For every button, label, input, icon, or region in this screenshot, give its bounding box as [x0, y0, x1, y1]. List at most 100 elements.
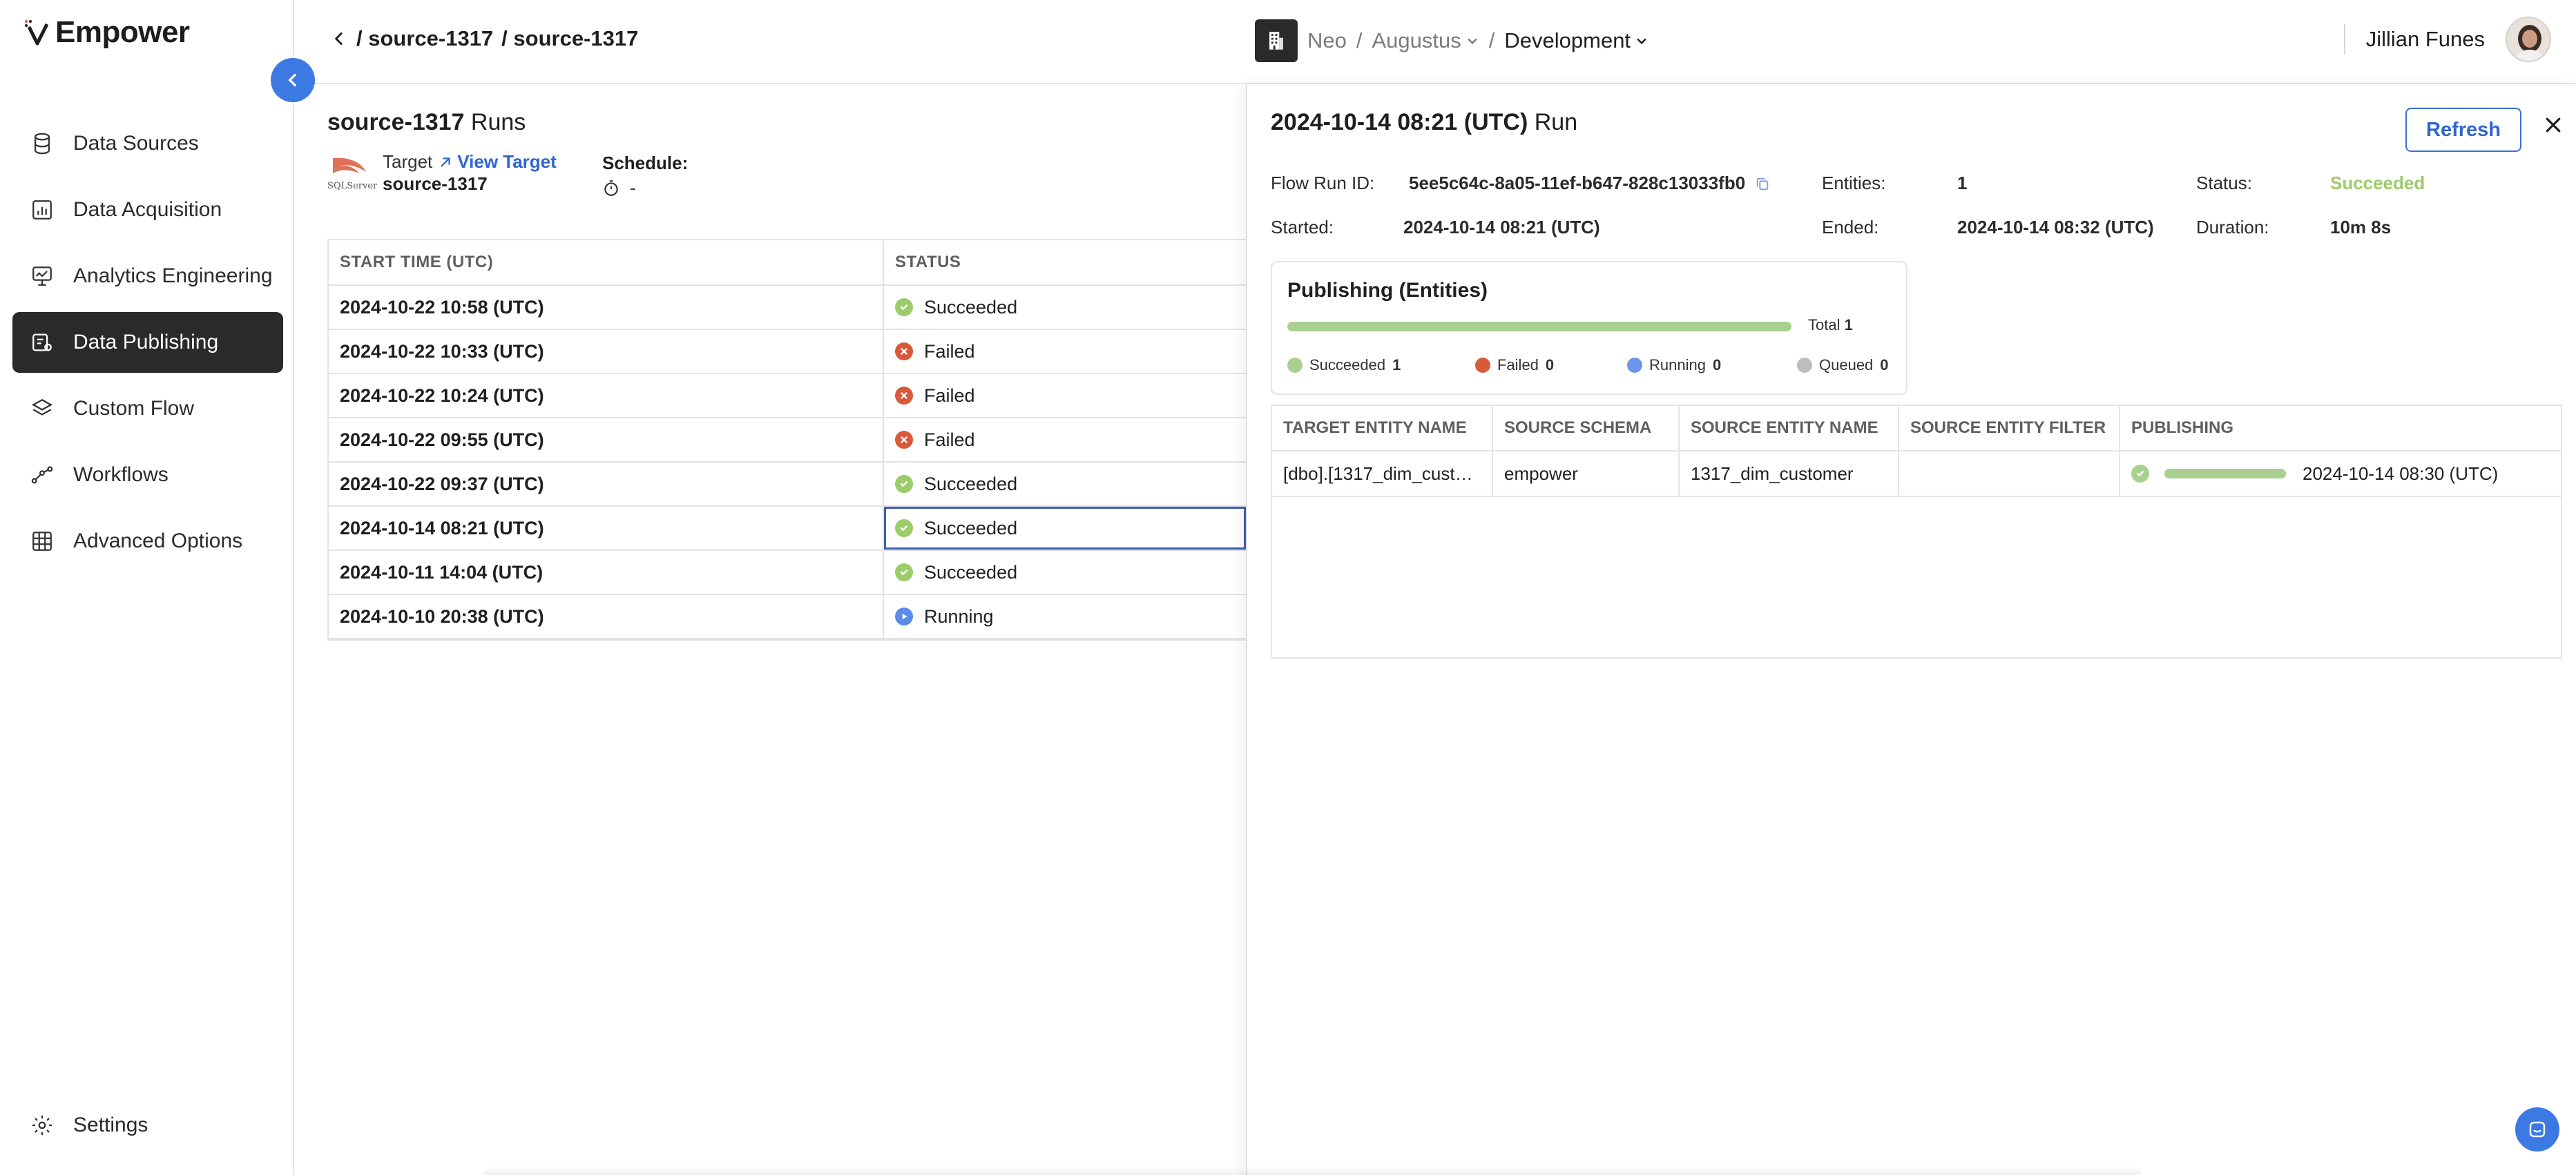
sidebar-item-data-acquisition[interactable]: Data Acquisition [12, 179, 283, 240]
chevron-left-icon [288, 73, 296, 87]
divider [2343, 24, 2345, 55]
legend-dot-failed [1475, 358, 1490, 373]
environment-name[interactable]: Development [1504, 28, 1631, 53]
check-circle-icon [895, 519, 913, 537]
source-name: source-1317 [327, 109, 465, 135]
legend-label: Queued [1819, 356, 1874, 373]
legend-count: 0 [1545, 356, 1555, 373]
table-row[interactable]: 2024-10-11 14:04 (UTC) Succeeded [329, 551, 1246, 595]
workspace-switcher[interactable]: Neo / Augustus / Development [1255, 19, 1649, 62]
source-schema-cell: empower [1493, 451, 1680, 496]
legend-dot-queued [1797, 358, 1812, 373]
workflow-icon [31, 466, 53, 484]
table-row[interactable]: 2024-10-22 10:24 (UTC) Failed [329, 374, 1246, 418]
started-value: 2024-10-14 08:21 (UTC) [1403, 217, 1600, 237]
back-arrow-icon[interactable] [330, 30, 348, 48]
bar-chart-icon [32, 200, 52, 220]
analytics-icon [32, 266, 52, 286]
close-icon[interactable] [2543, 115, 2564, 135]
table-row[interactable]: [dbo].[1317_dim_cust… empower 1317_dim_c… [1272, 451, 2561, 497]
start-time-cell: 2024-10-22 09:37 (UTC) [329, 463, 884, 505]
building-icon [1255, 19, 1298, 62]
publish-icon [32, 333, 52, 351]
table-row[interactable]: 2024-10-14 08:21 (UTC) Succeeded [329, 507, 1246, 551]
publishing-cell: 2024-10-14 08:30 (UTC) [2120, 451, 2561, 496]
start-time-cell: 2024-10-22 10:24 (UTC) [329, 374, 884, 417]
sidebar-item-label: Data Sources [73, 132, 199, 155]
legend-succeeded: Succeeded 1 [1287, 356, 1401, 374]
panel-title: 2024-10-14 08:21 (UTC) Run [1271, 109, 1577, 136]
chat-support-button[interactable] [2515, 1107, 2559, 1152]
check-circle-icon [895, 563, 913, 581]
column-header-source-filter[interactable]: SOURCE ENTITY FILTER [1899, 406, 2120, 450]
view-target-link[interactable]: View Target [438, 151, 557, 173]
sidebar-item-data-publishing[interactable]: Data Publishing [12, 312, 283, 373]
legend-count: 1 [1392, 356, 1401, 373]
check-circle-icon [895, 475, 913, 493]
status-label: Failed [924, 340, 975, 362]
view-target-label: View Target [457, 151, 557, 172]
publishing-progress-bar [1287, 322, 1791, 331]
page-title-suffix: Runs [464, 109, 526, 135]
sidebar-item-settings[interactable]: Settings [12, 1095, 283, 1156]
external-link-icon [441, 157, 450, 167]
panel-title-suffix: Run [1528, 109, 1578, 135]
table-row[interactable]: 2024-10-22 10:33 (UTC) Failed [329, 330, 1246, 374]
legend-label: Failed [1497, 356, 1539, 373]
source-entity-cell: 1317_dim_customer [1680, 451, 1899, 496]
breadcrumb-item[interactable]: / source-1317 [501, 26, 638, 51]
target-label-row: Target View Target [383, 151, 557, 173]
table-body: 2024-10-22 10:58 (UTC) Succeeded 2024-10-2… [329, 286, 1246, 639]
table-row[interactable]: 2024-10-22 09:55 (UTC) Failed [329, 418, 1246, 463]
empower-logo-icon [25, 20, 49, 46]
avatar[interactable] [2506, 17, 2551, 62]
schedule-value-row: - [602, 177, 636, 199]
project-name[interactable]: Augustus [1372, 28, 1461, 53]
column-header-status[interactable]: STATUS [884, 240, 1246, 284]
breadcrumb: / source-1317 / source-1317 [330, 26, 638, 51]
table-row[interactable]: 2024-10-22 10:58 (UTC) Succeeded [329, 286, 1246, 330]
refresh-button[interactable]: Refresh [2405, 108, 2521, 152]
start-time-cell: 2024-10-22 10:58 (UTC) [329, 286, 884, 329]
grid-icon [32, 532, 52, 551]
status-cell: Succeeded [884, 551, 1246, 594]
sidebar-item-data-sources[interactable]: Data Sources [12, 113, 283, 174]
column-header-target-entity[interactable]: TARGET ENTITY NAME [1272, 406, 1493, 450]
app-logo[interactable]: Empower [23, 15, 190, 50]
table-row[interactable]: 2024-10-10 20:38 (UTC) Running [329, 595, 1246, 639]
status-cell: Succeeded [884, 507, 1246, 550]
column-header-source-entity[interactable]: SOURCE ENTITY NAME [1680, 406, 1899, 450]
flow-run-id: 5ee5c64c-8a05-11ef-b647-828c13033fb0 [1409, 173, 1746, 193]
status-label: Succeeded [924, 561, 1018, 583]
copy-icon[interactable] [1755, 176, 1770, 191]
sidebar-item-label: Analytics Engineering [73, 264, 273, 287]
gear-icon [32, 1115, 52, 1136]
sidebar-item-custom-flow[interactable]: Custom Flow [12, 378, 283, 439]
path-separator: / [1488, 28, 1495, 52]
sidebar-item-label: Workflows [73, 463, 169, 486]
user-menu[interactable]: Jillian Funes [2343, 17, 2551, 62]
column-header-publishing[interactable]: PUBLISHING [2120, 406, 2561, 450]
column-header-start-time[interactable]: START TIME (UTC) [329, 240, 884, 284]
sidebar-collapse-button[interactable] [271, 58, 315, 102]
sidebar-item-label: Settings [73, 1114, 148, 1136]
column-header-source-schema[interactable]: SOURCE SCHEMA [1493, 406, 1680, 450]
sidebar-item-advanced-options[interactable]: Advanced Options [12, 511, 283, 572]
ended-label: Ended: [1822, 217, 1879, 237]
entities-count: 1 [1957, 173, 1968, 193]
play-circle-icon [895, 608, 913, 625]
table-row[interactable]: 2024-10-22 09:37 (UTC) Succeeded [329, 463, 1246, 507]
status-label: Succeeded [924, 517, 1018, 538]
legend-queued: Queued 0 [1797, 356, 1889, 374]
breadcrumb-item[interactable]: / source-1317 [356, 26, 493, 51]
schedule-value: - [630, 177, 636, 198]
started-label: Started: [1271, 217, 1334, 237]
sidebar-item-workflows[interactable]: Workflows [12, 445, 283, 505]
status-label: Running [924, 605, 994, 627]
sidebar-item-analytics-engineering[interactable]: Analytics Engineering [12, 246, 283, 307]
legend-running: Running 0 [1627, 356, 1721, 374]
status-label: Failed [924, 429, 975, 450]
source-filter-cell [1899, 451, 2120, 496]
entity-progress-fill [2164, 469, 2286, 478]
entities-label: Entities: [1822, 173, 1886, 193]
